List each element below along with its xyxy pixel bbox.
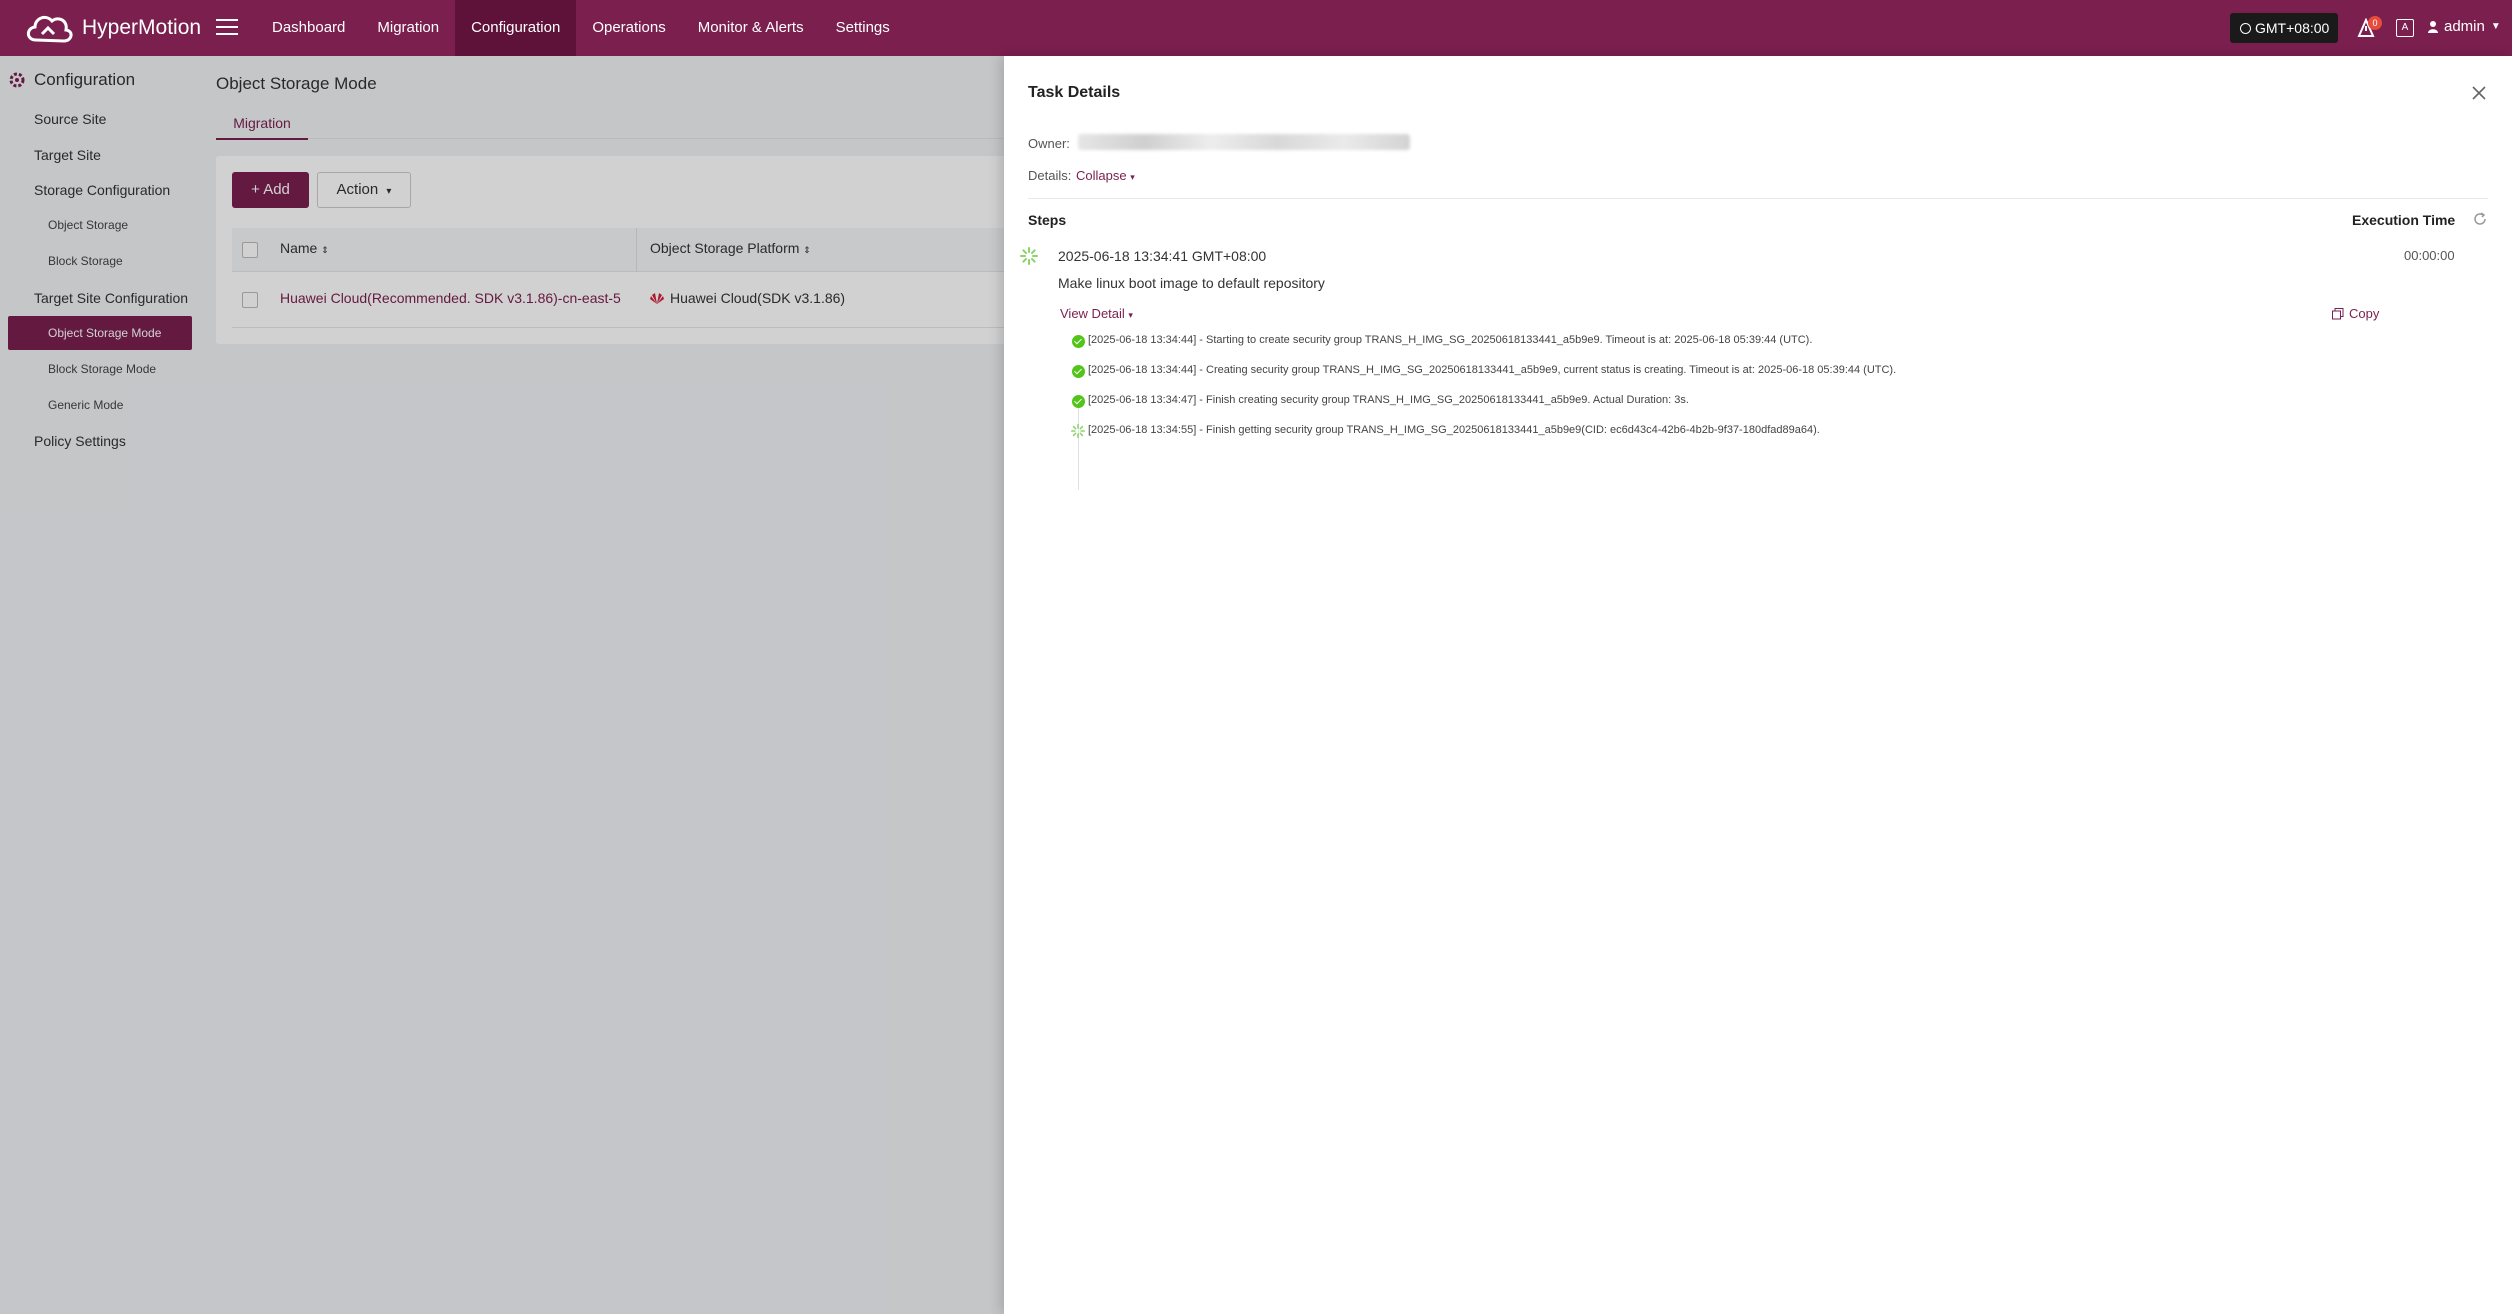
log-timeline	[1078, 400, 1079, 490]
copy-label: Copy	[2349, 306, 2380, 321]
collapse-label: Collapse	[1076, 168, 1127, 183]
alert-count-badge: 0	[2368, 16, 2382, 30]
timezone-button[interactable]: GMT+08:00	[2230, 13, 2338, 43]
details-label: Details:	[1028, 168, 1072, 183]
cloud-logo-icon	[26, 15, 73, 43]
main-nav: Dashboard Migration Configuration Operat…	[256, 0, 906, 56]
step-timestamp: 2025-06-18 13:34:41 GMT+08:00	[1058, 248, 1267, 264]
owner-value-redacted	[1078, 134, 1410, 150]
brand-logo[interactable]: HyperMotion	[22, 8, 201, 48]
view-detail-toggle[interactable]: View Detail ▾	[1060, 306, 1133, 321]
language-icon[interactable]: A	[2396, 19, 2414, 37]
log-line: [2025-06-18 13:34:44] - Starting to crea…	[1088, 334, 1813, 346]
nav-monitor-alerts[interactable]: Monitor & Alerts	[682, 0, 820, 56]
log-line: [2025-06-18 13:34:47] - Finish creating …	[1088, 394, 1689, 406]
owner-label: Owner:	[1028, 136, 1070, 151]
user-menu[interactable]: admin ▼	[2428, 18, 2501, 35]
success-check-icon	[1072, 395, 1085, 408]
steps-heading: Steps	[1028, 212, 1067, 228]
nav-configuration[interactable]: Configuration	[455, 0, 577, 56]
user-icon	[2428, 20, 2438, 33]
view-detail-label: View Detail	[1060, 306, 1125, 321]
menu-toggle-icon[interactable]	[216, 16, 238, 38]
loading-spinner-icon	[1020, 247, 1038, 265]
nav-dashboard[interactable]: Dashboard	[256, 0, 361, 56]
chevron-down-icon: ▾	[1130, 172, 1135, 182]
success-check-icon	[1072, 335, 1085, 348]
success-check-icon	[1072, 365, 1085, 378]
execution-time-heading: Execution Time	[2352, 212, 2456, 228]
nav-operations[interactable]: Operations	[576, 0, 681, 56]
drawer-divider	[1028, 198, 2488, 199]
log-line: [2025-06-18 13:34:55] - Finish getting s…	[1088, 424, 1820, 436]
task-details-drawer: Task Details Owner: Details: Collapse ▾ …	[1004, 56, 2512, 1314]
brand-name: HyperMotion	[82, 16, 202, 39]
modal-overlay[interactable]	[0, 56, 1004, 1314]
close-icon[interactable]	[2470, 84, 2488, 102]
nav-migration[interactable]: Migration	[361, 0, 455, 56]
nav-settings[interactable]: Settings	[820, 0, 906, 56]
chevron-down-icon: ▾	[1128, 310, 1133, 320]
copy-button[interactable]: Copy	[2332, 306, 2379, 321]
top-navbar: HyperMotion Dashboard Migration Configur…	[0, 0, 2512, 56]
chevron-down-icon: ▼	[2490, 21, 2501, 32]
loading-spinner-icon	[1071, 424, 1085, 438]
clock-icon	[2240, 23, 2251, 34]
drawer-title: Task Details	[1028, 84, 1121, 101]
refresh-icon[interactable]	[2472, 211, 2488, 227]
log-line: [2025-06-18 13:34:44] - Creating securit…	[1088, 364, 1897, 376]
step-description: Make linux boot image to default reposit…	[1058, 275, 1325, 291]
copy-icon	[2332, 307, 2344, 319]
collapse-toggle[interactable]: Collapse ▾	[1076, 168, 1135, 183]
timezone-label: GMT+08:00	[2255, 20, 2330, 36]
user-name: admin	[2444, 18, 2485, 35]
step-duration: 00:00:00	[2404, 248, 2455, 263]
